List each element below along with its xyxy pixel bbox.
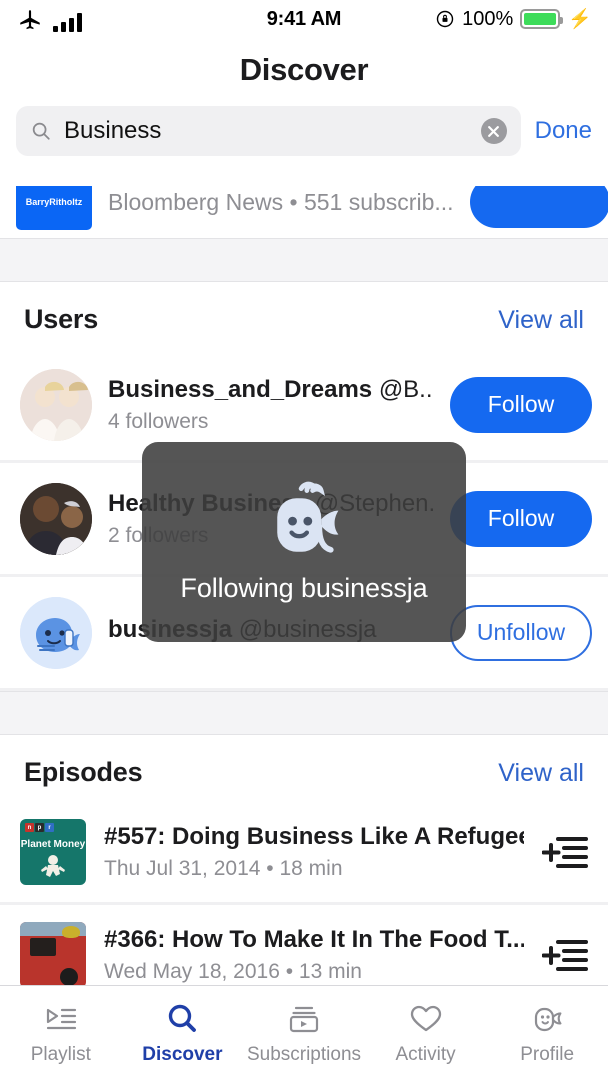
- toast-message: Following businessja: [180, 572, 428, 603]
- episode-title: #366: How To Make It In The Food T...: [104, 926, 524, 953]
- tab-label: Profile: [520, 1044, 575, 1065]
- tab-label: Discover: [142, 1044, 223, 1065]
- users-view-all-button[interactable]: View all: [498, 306, 584, 335]
- tab-label: Subscriptions: [246, 1044, 362, 1065]
- tab-subscriptions[interactable]: Subscriptions: [243, 1000, 365, 1066]
- episode-texts: #557: Doing Business Like A Refugee Thu …: [104, 823, 524, 881]
- episode-row[interactable]: npr Planet Money #557: Doing Business Li…: [0, 802, 608, 905]
- battery-full-icon: [520, 9, 564, 29]
- tab-discover[interactable]: Discover: [122, 1000, 244, 1066]
- podcast-row-clipped[interactable]: BarryRitholtz Bloomberg News • 551 subsc…: [0, 186, 608, 238]
- tab-label: Activity: [395, 1044, 456, 1065]
- whale-icon: [277, 481, 339, 553]
- podcast-artwork: BarryRitholtz: [16, 186, 92, 230]
- follow-button[interactable]: Follow: [450, 376, 592, 433]
- podcast-artwork-label: BarryRitholtz: [25, 197, 83, 207]
- avatar: [20, 368, 92, 441]
- section-divider: [0, 691, 608, 735]
- close-icon: [488, 125, 500, 137]
- episode-meta: Thu Jul 31, 2014 • 18 min: [104, 857, 343, 880]
- subscriptions-icon: [289, 1006, 319, 1033]
- tab-activity[interactable]: Activity: [365, 1000, 487, 1066]
- episodes-section-title: Episodes: [24, 757, 143, 787]
- clear-search-button[interactable]: [480, 118, 507, 144]
- user-followers: 4 followers: [108, 409, 209, 433]
- search-icon: [32, 122, 50, 140]
- search-row: Done: [0, 106, 608, 172]
- astronaut-illustration: [41, 855, 65, 877]
- episode-row[interactable]: #366: How To Make It In The Food T... We…: [0, 905, 608, 985]
- playlist-icon: [46, 1008, 76, 1030]
- episode-texts: #366: How To Make It In The Food T... We…: [104, 926, 524, 984]
- search-icon: [169, 1004, 197, 1032]
- users-section-title: Users: [24, 304, 99, 334]
- user-display-name: Business_and_Dreams: [108, 375, 373, 403]
- tab-bar: Playlist Discover Subscriptions Activity: [0, 985, 608, 1080]
- status-bar: 9:41 AM 100% ⚡: [0, 0, 608, 38]
- tab-label: Playlist: [30, 1044, 91, 1065]
- episodes-view-all-button[interactable]: View all: [498, 759, 584, 788]
- subscribe-button[interactable]: [469, 186, 608, 228]
- avatar: [20, 482, 92, 555]
- unfollow-button[interactable]: Unfollow: [450, 604, 592, 661]
- podcast-title: Bloomberg News • 551 subscrib...: [108, 188, 454, 215]
- episode-title: #557: Doing Business Like A Refugee: [104, 823, 524, 850]
- avatar: [20, 596, 92, 669]
- episode-artwork: [20, 922, 86, 985]
- add-to-playlist-icon[interactable]: [542, 832, 588, 872]
- page-title: Discover: [239, 52, 369, 87]
- episode-meta: Wed May 18, 2016 • 13 min: [104, 960, 362, 983]
- app-screen: 9:41 AM 100% ⚡ Discover Business Done Ba…: [0, 0, 608, 1080]
- user-name: Business_and_Dreams @B...: [108, 376, 434, 404]
- search-field[interactable]: [16, 106, 521, 156]
- following-toast: Following businessja: [142, 442, 466, 642]
- users-section-header: Users View all: [0, 282, 608, 349]
- section-divider: [0, 238, 608, 282]
- add-to-playlist-icon[interactable]: [542, 935, 588, 975]
- tab-profile[interactable]: Profile: [486, 1000, 608, 1066]
- status-bar-time: 9:41 AM: [266, 7, 342, 30]
- search-input[interactable]: [64, 117, 469, 145]
- episode-artwork: npr Planet Money: [20, 819, 86, 885]
- user-handle: @B...: [378, 375, 434, 403]
- episodes-section-header: Episodes View all: [0, 735, 608, 802]
- follow-button[interactable]: Follow: [450, 490, 592, 547]
- tab-playlist[interactable]: Playlist: [0, 1000, 122, 1066]
- episode-artwork-label: Planet Money: [20, 839, 86, 850]
- npr-logo-icon: npr: [25, 823, 54, 832]
- done-button[interactable]: Done: [535, 117, 592, 145]
- user-texts: Business_and_Dreams @B... 4 followers: [108, 376, 434, 434]
- whale-profile-icon: [535, 1007, 562, 1032]
- heart-icon: [410, 1005, 441, 1032]
